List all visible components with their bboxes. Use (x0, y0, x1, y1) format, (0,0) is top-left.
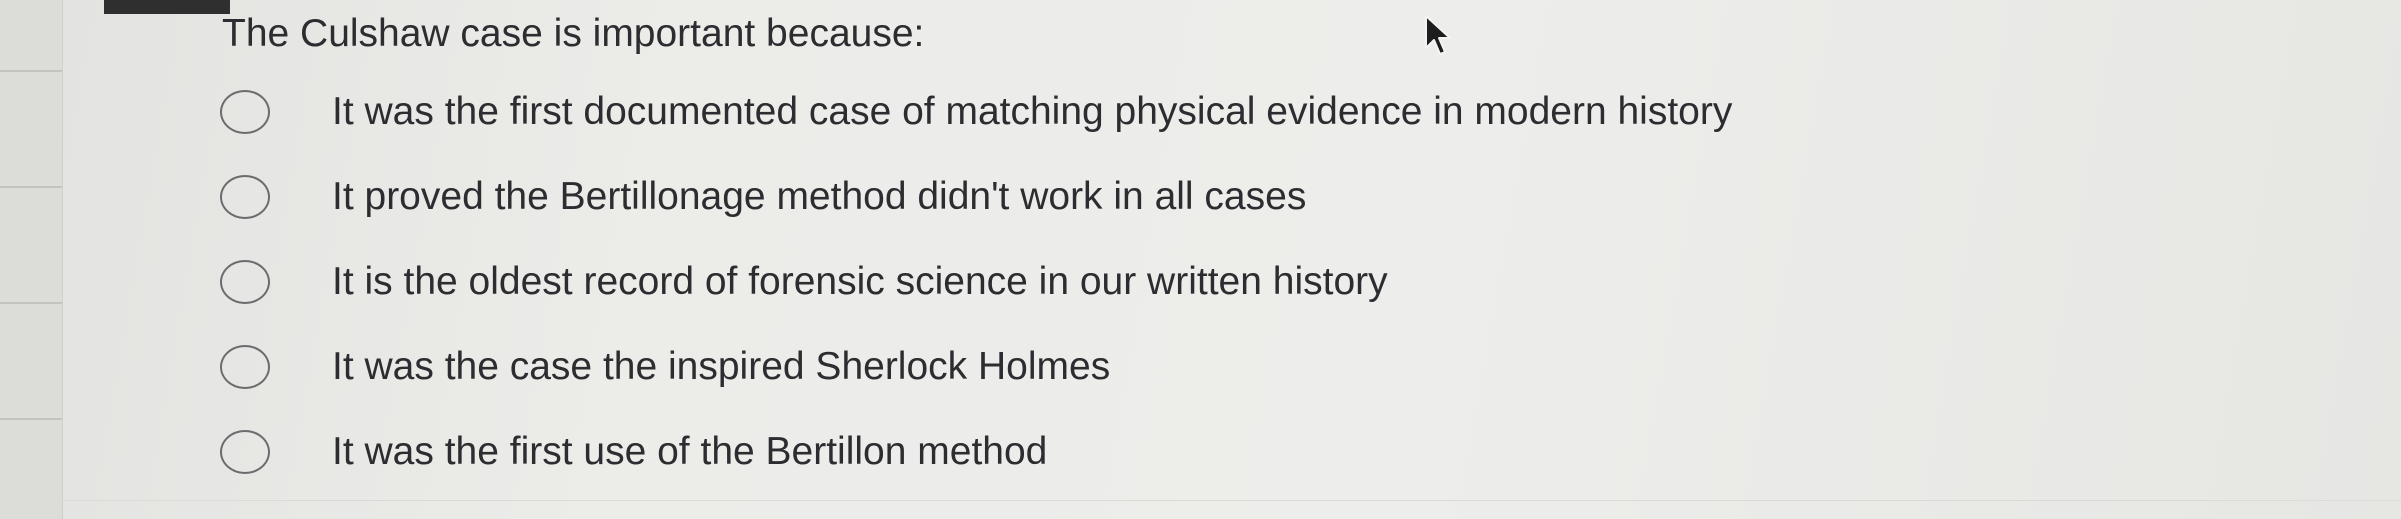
divider (0, 500, 2401, 501)
answer-option-4[interactable]: It was the case the inspired Sherlock Ho… (220, 341, 2120, 401)
radio-unselected-icon[interactable] (220, 345, 270, 389)
answer-option-5[interactable]: It was the first use of the Bertillon me… (220, 426, 2120, 486)
radio-unselected-icon[interactable] (220, 90, 270, 134)
radio-unselected-icon[interactable] (220, 430, 270, 474)
answer-option-label[interactable]: It proved the Bertillonage method didn't… (332, 171, 1306, 223)
question-text: The Culshaw case is important because: (222, 12, 925, 55)
answer-option-1[interactable]: It was the first documented case of matc… (220, 86, 2120, 146)
answer-option-label[interactable]: It was the first use of the Bertillon me… (332, 426, 1047, 478)
question-block: The Culshaw case is important because: I… (0, 0, 2401, 519)
answer-option-label[interactable]: It is the oldest record of forensic scie… (332, 256, 1388, 308)
radio-unselected-icon[interactable] (220, 175, 270, 219)
answer-option-2[interactable]: It proved the Bertillonage method didn't… (220, 171, 2120, 231)
answer-option-3[interactable]: It is the oldest record of forensic scie… (220, 256, 2120, 316)
answer-option-label[interactable]: It was the first documented case of matc… (332, 86, 1732, 138)
radio-unselected-icon[interactable] (220, 260, 270, 304)
answer-option-label[interactable]: It was the case the inspired Sherlock Ho… (332, 341, 1110, 393)
mouse-pointer-icon (1425, 15, 1451, 55)
